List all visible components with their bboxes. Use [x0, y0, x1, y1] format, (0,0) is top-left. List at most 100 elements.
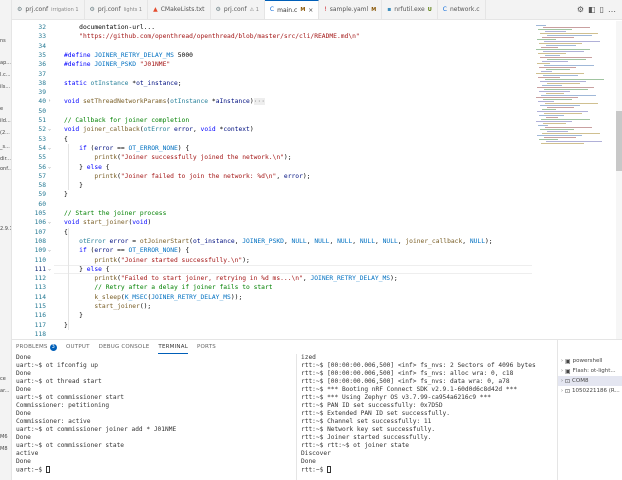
code-line[interactable]: void setThreadNetworkParams(otInstance *… [64, 97, 265, 106]
code-line[interactable]: static otInstance *ot_instance; [64, 79, 182, 88]
code-line[interactable]: #define JOINER_RETRY_DELAY_MS 5000 [64, 51, 193, 60]
terminal-line: Done [16, 434, 31, 441]
line-number: 32 [38, 24, 46, 31]
code-line[interactable]: { [64, 135, 68, 144]
code-line[interactable]: printk("Joiner started successfully.\n")… [64, 256, 249, 265]
line-number: 112 [34, 275, 46, 283]
terminal-uart[interactable]: Done uart:~$ ot ifconfig up Done uart:~$ ot… [16, 354, 290, 480]
fold-chevron-icon[interactable]: ⌄ [48, 218, 54, 227]
terminal-instance[interactable]: › ⊡ COM8 [558, 376, 622, 386]
code-line[interactable]: // Start the joiner process [64, 209, 166, 218]
tab-prj-conf[interactable]: ⚙ prj.conf lights 1 [85, 0, 149, 19]
terminal-instance[interactable]: › ⊡ 1050221186 (R... [558, 386, 622, 396]
tab-sample-yaml[interactable]: ! sample.yaml M [319, 0, 383, 19]
tab-nrfutil-exe[interactable]: ▪ nrfutil.exe U [382, 0, 438, 19]
explorer-item-label[interactable]: onf... [0, 166, 11, 172]
explorer-item-label[interactable]: ns [0, 38, 6, 44]
code-line[interactable]: void start_joiner(void) [64, 218, 151, 227]
terminal-list: › ▣ powershell › ▣ Flash: ot-light... › ⊡ COM8 › ⊡… [557, 340, 622, 480]
tab-cmakelists-txt[interactable]: ▲ CMakeLists.txt [148, 0, 211, 19]
minimap-line [538, 77, 560, 78]
terminal-instance[interactable]: › ▣ powershell [558, 356, 622, 366]
line-number: 118 [34, 330, 46, 338]
terminal-line: rtt:~$ Joiner started successfully. [301, 434, 432, 441]
explorer-item-label[interactable]: _s... [0, 144, 10, 150]
editor-scrollbar[interactable] [616, 21, 622, 339]
code-line[interactable]: if (error == OT_ERROR_NONE) { [64, 246, 189, 255]
tab-main-c[interactable]: Cmain.c M × [264, 0, 320, 19]
code-line[interactable]: } [64, 311, 83, 320]
code-line[interactable]: // Retry after a delay if joiner fails t… [64, 283, 272, 292]
code-line[interactable]: printk("Failed to start joiner, retrying… [64, 274, 397, 283]
code-line[interactable]: printk("Joiner failed to join the networ… [64, 172, 310, 181]
fold-chevron-icon[interactable]: ⌄ [48, 246, 54, 255]
minimap-line [539, 43, 582, 44]
fold-chevron-icon[interactable]: ⌄ [48, 144, 54, 153]
line-number: 110 [34, 256, 46, 264]
line-number: 108 [34, 237, 46, 245]
minimap-line [536, 73, 584, 74]
explorer-item-label[interactable]: l.c... [0, 72, 11, 78]
serial-icon: ⊡ [565, 387, 571, 395]
split-editor-icon[interactable]: ◧ [588, 5, 596, 14]
explorer-item-label[interactable]: e [0, 106, 3, 112]
minimap-line [538, 29, 572, 30]
minimap-line [538, 125, 548, 126]
code-line[interactable]: documentation-url... [64, 23, 155, 32]
code-line[interactable]: // Callback for joiner completion [64, 116, 189, 125]
panel-tab-terminal[interactable]: TERMINAL [158, 340, 188, 354]
explorer-item-label[interactable]: ap... [0, 60, 11, 66]
explorer-item-label[interactable]: ils... [0, 84, 10, 90]
fold-chevron-icon[interactable]: ⌄ [48, 163, 54, 172]
more-actions-icon[interactable]: … [608, 5, 616, 14]
code-line[interactable]: } else { [64, 163, 109, 172]
scrollbar-thumb[interactable] [616, 111, 622, 171]
terminal-line: Done [301, 458, 316, 465]
minimap-line [543, 75, 578, 76]
code-line[interactable]: #define JOINER_PSKD "J01NME" [64, 60, 170, 69]
panel-tab-debug-console[interactable]: DEBUG CONSOLE [99, 340, 150, 354]
settings-icon[interactable]: ⚙ [577, 5, 584, 14]
panel-tab-ports[interactable]: PORTS [197, 340, 216, 354]
minimap[interactable] [532, 21, 616, 339]
explorer-item-label[interactable]: (2... [0, 130, 10, 136]
folded-region-ellipsis[interactable]: ··· [253, 98, 265, 106]
explorer-item-label[interactable]: 2.9.1 [0, 226, 11, 232]
explorer-item-label[interactable]: dir... [0, 156, 11, 162]
explorer-item-label[interactable]: ar... [0, 388, 9, 394]
panel-tab-output[interactable]: OUTPUT [66, 340, 90, 354]
panel-tab-problems[interactable]: PROBLEMS 3 [16, 340, 58, 354]
line-number: 50 [38, 107, 46, 115]
git-status-badge: U [427, 6, 432, 13]
code-line[interactable]: start_joiner(); [64, 302, 151, 311]
code-line[interactable]: } [64, 190, 68, 199]
explorer-item-label[interactable]: ild... [0, 118, 11, 124]
layout-icon[interactable]: ▯ [600, 5, 604, 14]
close-icon[interactable]: × [308, 7, 313, 14]
line-number: 60 [38, 200, 46, 208]
terminal-rtt[interactable]: ized rtt:~$ [00:00:00.006,500] <inf> fs_n… [296, 354, 552, 480]
code-editor[interactable]: 32 33 34 35 36 37 38 39 40 › 50 51 52 ⌄ 53 54 ⌄ 55 56 ⌄ 57 58… [12, 21, 532, 339]
tab-prj-conf[interactable]: ⚙ prj.conf irrigation 1 [12, 0, 85, 19]
code-line[interactable]: "https://github.com/openthread/openthrea… [64, 32, 360, 41]
minimap-line [540, 33, 598, 34]
code-line[interactable]: if (error == OT_ERROR_NONE) { [64, 144, 189, 153]
tab-network-c[interactable]: Cnetwork.c [438, 0, 486, 19]
code-line[interactable]: void joiner_callback(otError error, void… [64, 125, 254, 134]
minimap-line [545, 103, 598, 104]
fold-chevron-icon[interactable]: ⌄ [48, 125, 54, 134]
line-number: 56 [38, 163, 46, 171]
minimap-line [545, 79, 604, 80]
terminal-line: uart:~$ ot commissioner state [16, 442, 125, 449]
explorer-item-label[interactable]: M6 [0, 434, 8, 440]
terminal-instance[interactable]: › ▣ Flash: ot-light... [558, 366, 622, 376]
explorer-item-label[interactable]: ce [0, 376, 6, 382]
code-line[interactable]: otError error = otJoinerStart(ot_instanc… [64, 237, 492, 246]
tab-prj-conf[interactable]: ⚙ prj.conf ⚠ 1 [211, 0, 265, 19]
explorer-item-label[interactable]: M8 [0, 446, 8, 452]
code-line[interactable]: k_sleep(K_MSEC(JOINER_RETRY_DELAY_MS)); [64, 293, 242, 302]
fold-chevron-icon[interactable]: › [48, 97, 54, 106]
code-line[interactable]: } [64, 181, 83, 190]
code-line[interactable]: } else { [64, 265, 109, 274]
code-line[interactable]: printk("Joiner successfully joined the n… [64, 153, 291, 162]
